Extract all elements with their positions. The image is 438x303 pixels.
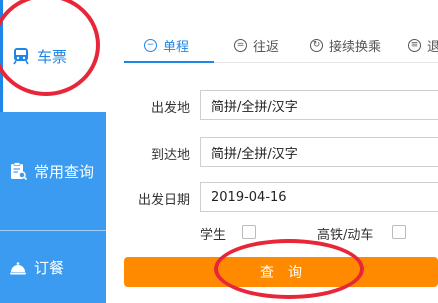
tab-label: 接续换乘	[329, 40, 382, 55]
sidebar-item-tickets[interactable]: 车票	[0, 0, 106, 112]
sidebar-item-label: 车票	[37, 47, 68, 66]
tab-one-way[interactable]: − 单程	[144, 36, 189, 55]
to-label: 到达地	[150, 148, 190, 163]
student-label: 学生	[200, 228, 227, 243]
to-station-input[interactable]	[200, 137, 438, 167]
transfer-circle-icon: ↻	[310, 39, 323, 52]
minus-circle-icon: −	[144, 39, 157, 52]
sidebar-item-label: 常用查询	[34, 162, 95, 181]
train-icon	[11, 46, 31, 66]
list-circle-icon: ≡	[408, 39, 421, 52]
tab-label: 单程	[163, 40, 190, 55]
clipboard-search-icon	[8, 161, 28, 181]
meal-bell-icon	[8, 257, 28, 277]
tab-label: 退	[427, 40, 438, 55]
from-label: 出发地	[150, 101, 190, 116]
sidebar-item-common-queries[interactable]: 常用查询	[0, 112, 106, 230]
active-tab-indicator	[124, 61, 214, 63]
student-checkbox[interactable]	[242, 225, 256, 239]
date-label: 出发日期	[137, 193, 190, 208]
tab-round-trip[interactable]: = 往返	[234, 36, 279, 55]
from-station-input[interactable]	[200, 90, 438, 120]
trip-type-tabs: − 单程 = 往返 ↻ 接续换乘 ≡ 退	[124, 30, 438, 63]
tab-transfer[interactable]: ↻ 接续换乘	[310, 36, 381, 55]
highspeed-checkbox[interactable]	[392, 225, 406, 239]
sidebar: 车票 常用查询 订餐	[0, 0, 106, 303]
sidebar-item-label: 订餐	[34, 258, 65, 277]
tab-label: 往返	[253, 40, 280, 55]
search-button[interactable]: 查询	[124, 257, 438, 287]
departure-date-input[interactable]	[200, 182, 438, 212]
sidebar-item-meal[interactable]: 订餐	[0, 230, 106, 303]
tab-refund[interactable]: ≡ 退	[408, 36, 438, 55]
highspeed-label: 高铁/动车	[317, 228, 374, 243]
equals-circle-icon: =	[234, 39, 247, 52]
